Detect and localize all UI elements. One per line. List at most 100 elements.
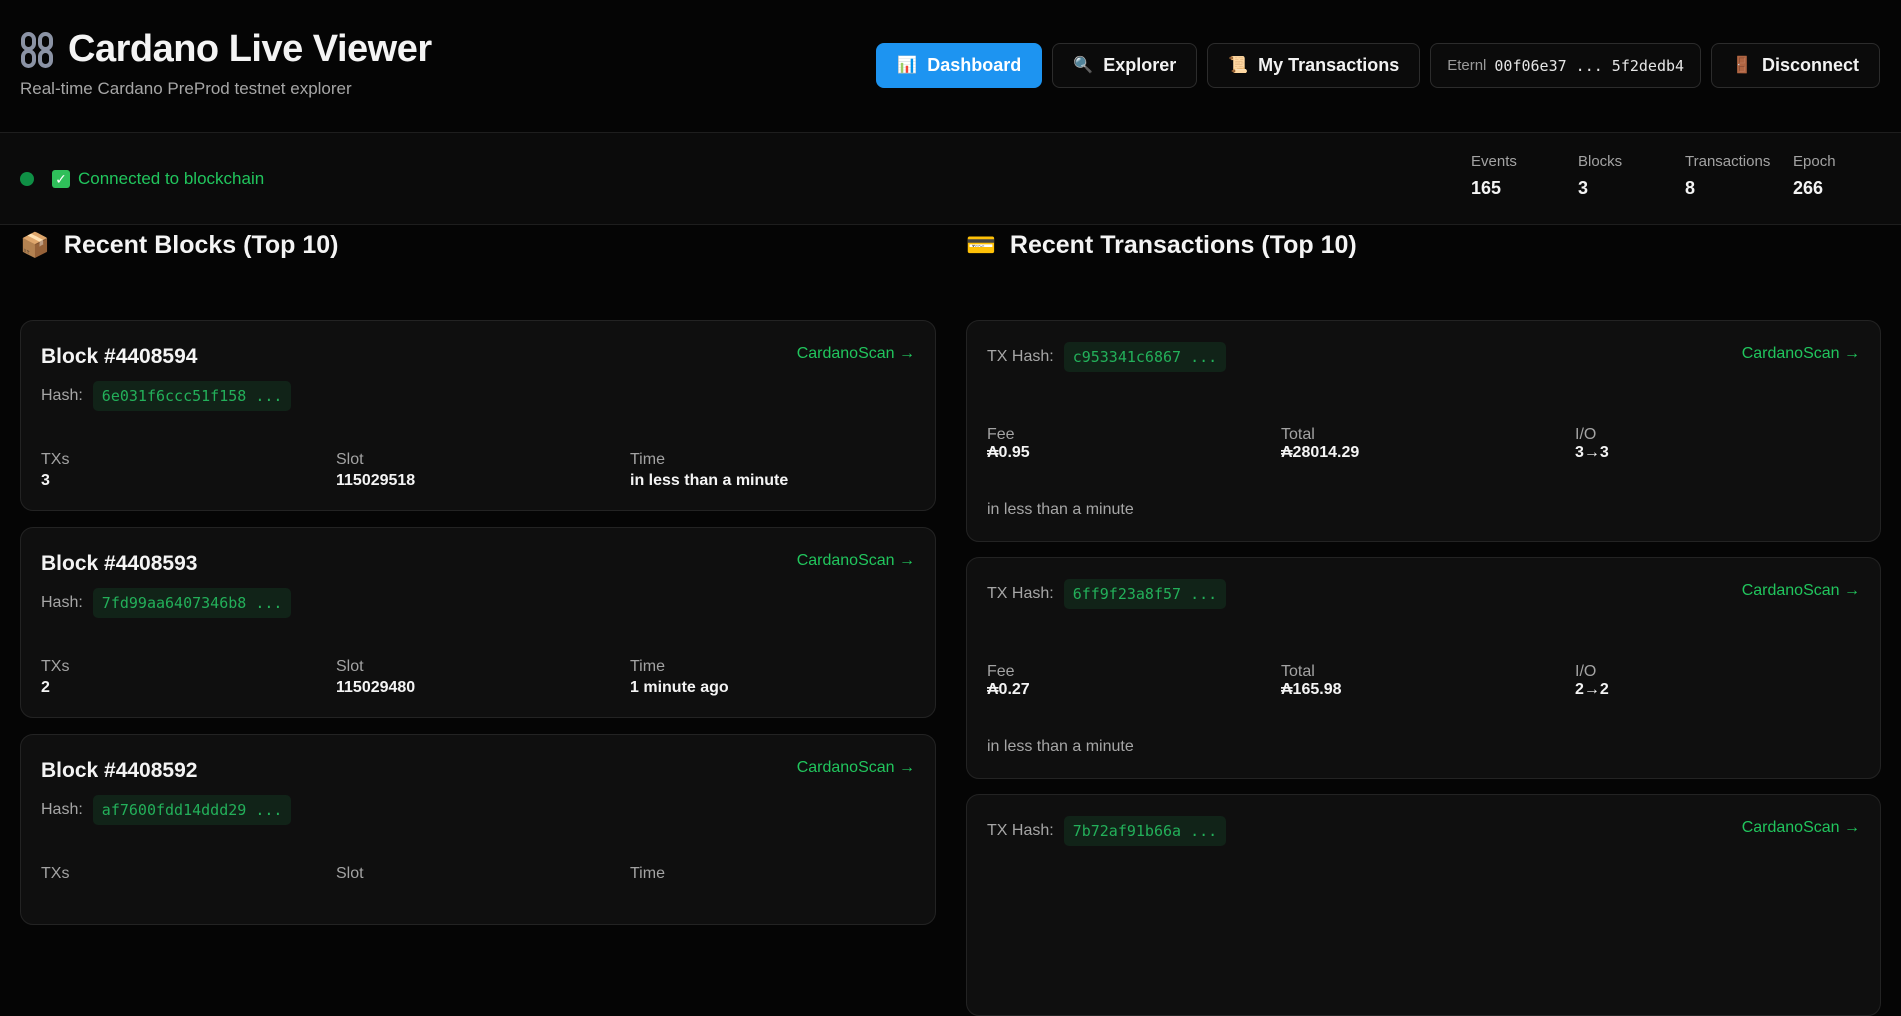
- explorer-button[interactable]: 🔍 Explorer: [1052, 43, 1198, 88]
- disconnect-button[interactable]: 🚪 Disconnect: [1711, 43, 1880, 88]
- slot-value: 115029480: [336, 679, 416, 696]
- block-card: Block #4408592 CardanoScan → Hash: af760…: [20, 734, 936, 925]
- tx-hash-label: TX Hash:: [987, 822, 1054, 839]
- cardanoscan-link[interactable]: CardanoScan →: [797, 759, 915, 777]
- stat-value: 165: [1471, 178, 1502, 198]
- cardanoscan-link[interactable]: CardanoScan →: [797, 345, 915, 363]
- tx-io: I/O 3→3: [1575, 426, 1609, 462]
- txs-label: TXs: [41, 658, 70, 675]
- tx-hash-row: TX Hash: 6ff9f23a8f57 ...: [987, 579, 1227, 609]
- txs-value: 2: [41, 679, 50, 696]
- tx-hash[interactable]: 6ff9f23a8f57 ...: [1063, 579, 1227, 609]
- fee-label: Fee: [987, 663, 1015, 680]
- check-mark-icon: ✓: [52, 170, 70, 188]
- tx-time: in less than a minute: [987, 501, 1134, 518]
- connection-text: Connected to blockchain: [78, 169, 265, 188]
- block-time: Time: [630, 865, 665, 886]
- block-card: Block #4408593 CardanoScan → Hash: 7fd99…: [20, 527, 936, 718]
- slot-label: Slot: [336, 451, 364, 468]
- stat-blocks: Blocks 3: [1578, 153, 1688, 199]
- block-time: Time 1 minute ago: [630, 658, 729, 697]
- time-label: Time: [630, 865, 665, 882]
- my-transactions-button[interactable]: 📜 My Transactions: [1207, 43, 1421, 88]
- recent-blocks-section: 📦 Recent Blocks (Top 10) Block #4408594 …: [20, 225, 936, 925]
- tx-io: I/O 2→2: [1575, 663, 1609, 699]
- cardanoscan-link[interactable]: CardanoScan →: [1742, 819, 1860, 837]
- app-title: Cardano Live Viewer: [68, 28, 432, 70]
- txs-label: TXs: [41, 865, 70, 882]
- stat-epoch: Epoch 266: [1793, 153, 1901, 199]
- block-title: Block #4408593: [41, 552, 198, 575]
- cardanoscan-link[interactable]: CardanoScan →: [1742, 582, 1860, 600]
- slot-label: Slot: [336, 865, 364, 882]
- txs-label: TXs: [41, 451, 70, 468]
- magnifier-icon: 🔍: [1073, 56, 1094, 74]
- stat-label: Events: [1471, 153, 1517, 170]
- tx-section-heading: Recent Transactions (Top 10): [1009, 230, 1357, 259]
- hash-label: Hash:: [41, 387, 83, 404]
- cardanoscan-link[interactable]: CardanoScan →: [1742, 345, 1860, 363]
- app-title-row: Cardano Live Viewer: [20, 28, 432, 71]
- io-label: I/O: [1575, 663, 1597, 680]
- block-slot: Slot: [336, 865, 364, 886]
- tx-fee: Fee ₳0.27: [987, 663, 1030, 699]
- credit-card-icon: 💳: [966, 231, 996, 259]
- package-icon: 📦: [20, 231, 50, 259]
- tx-hash-row: TX Hash: c953341c6867 ...: [987, 342, 1227, 372]
- txs-value: 3: [41, 472, 50, 489]
- stat-label: Epoch: [1793, 153, 1836, 170]
- dashboard-button[interactable]: 📊 Dashboard: [876, 43, 1043, 88]
- block-card: Block #4408594 CardanoScan → Hash: 6e031…: [20, 320, 936, 511]
- tx-hash-row: TX Hash: 7b72af91b66a ...: [987, 816, 1227, 846]
- cardanoscan-link[interactable]: CardanoScan →: [797, 552, 915, 570]
- stat-value: 266: [1793, 178, 1824, 198]
- block-time: Time in less than a minute: [630, 451, 788, 490]
- wallet-badge[interactable]: Eternl 00f06e37 ... 5f2dedb4: [1430, 43, 1702, 88]
- tx-hash[interactable]: c953341c6867 ...: [1063, 342, 1227, 372]
- block-hash[interactable]: 7fd99aa6407346b8 ...: [92, 588, 292, 618]
- top-nav: 📊 Dashboard 🔍 Explorer 📜 My Transactions…: [876, 43, 1880, 88]
- fee-label: Fee: [987, 426, 1015, 443]
- blocks-section-heading: Recent Blocks (Top 10): [63, 230, 339, 259]
- hash-label: Hash:: [41, 594, 83, 611]
- total-label: Total: [1281, 663, 1315, 680]
- time-label: Time: [630, 658, 665, 675]
- tx-hash[interactable]: 7b72af91b66a ...: [1063, 816, 1227, 846]
- io-label: I/O: [1575, 426, 1597, 443]
- transaction-card: TX Hash: 6ff9f23a8f57 ... CardanoScan → …: [966, 557, 1881, 779]
- fee-value: ₳0.95: [987, 444, 1030, 461]
- my-transactions-label: My Transactions: [1258, 55, 1400, 75]
- wallet-address: 00f06e37 ... 5f2dedb4: [1494, 56, 1685, 75]
- disconnect-label: Disconnect: [1761, 55, 1859, 75]
- hash-label: Hash:: [41, 801, 83, 818]
- blocks-section-title: 📦 Recent Blocks (Top 10): [20, 225, 936, 265]
- block-hash[interactable]: af7600fdd14ddd29 ...: [92, 795, 292, 825]
- time-value: 1 minute ago: [630, 679, 729, 696]
- brand: Cardano Live Viewer Real-time Cardano Pr…: [20, 28, 432, 99]
- wallet-name: Eternl: [1447, 57, 1487, 74]
- slot-value: 115029518: [336, 472, 416, 489]
- connection-status: ✓ Connected to blockchain: [20, 133, 264, 225]
- tx-total: Total ₳28014.29: [1281, 426, 1359, 462]
- stat-label: Blocks: [1578, 153, 1623, 170]
- block-hash-row: Hash: 7fd99aa6407346b8 ...: [41, 588, 292, 618]
- stat-transactions: Transactions 8: [1685, 153, 1795, 199]
- app-subtitle: Real-time Cardano PreProd testnet explor…: [20, 79, 352, 98]
- total-value: ₳165.98: [1281, 681, 1342, 698]
- app-header: Cardano Live Viewer Real-time Cardano Pr…: [0, 0, 1901, 133]
- block-hash[interactable]: 6e031f6ccc51f158 ...: [92, 381, 292, 411]
- time-label: Time: [630, 451, 665, 468]
- explorer-label: Explorer: [1103, 55, 1177, 75]
- stat-value: 3: [1578, 178, 1589, 198]
- dashboard-label: Dashboard: [927, 55, 1022, 75]
- io-value: 2→2: [1575, 681, 1609, 698]
- block-slot: Slot 115029480: [336, 658, 415, 697]
- block-title: Block #4408592: [41, 759, 198, 782]
- connection-text-group: ✓ Connected to blockchain: [52, 169, 264, 189]
- block-slot: Slot 115029518: [336, 451, 415, 490]
- tx-hash-label: TX Hash:: [987, 348, 1054, 365]
- transaction-card: TX Hash: 7b72af91b66a ... CardanoScan →: [966, 794, 1881, 1016]
- scroll-icon: 📜: [1228, 56, 1249, 74]
- stat-label: Transactions: [1685, 153, 1771, 170]
- fee-value: ₳0.27: [987, 681, 1030, 698]
